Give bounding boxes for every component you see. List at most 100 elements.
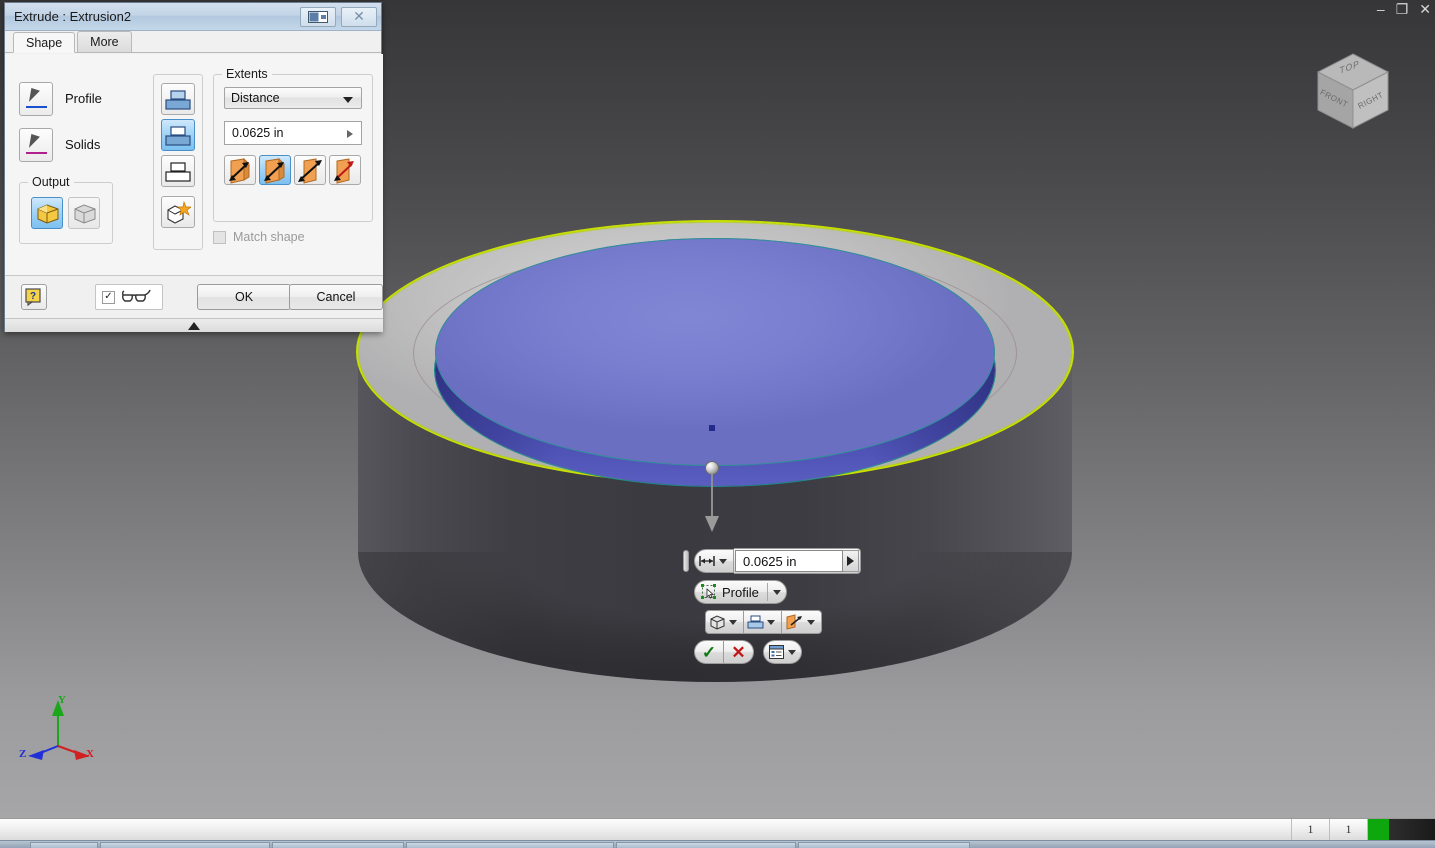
tab-shape[interactable]: Shape — [13, 32, 75, 53]
axis-label-y: Y — [58, 694, 66, 706]
chevron-down-icon[interactable] — [729, 620, 737, 625]
mini-toolbar-drag-grip[interactable] — [683, 550, 689, 572]
mini-profile-label: Profile — [722, 585, 759, 600]
asymmetric-button[interactable] — [329, 155, 361, 185]
new-solid-icon — [165, 201, 191, 225]
taskbar-item[interactable] — [100, 842, 270, 848]
mini-ok-button[interactable]: ✓ — [694, 640, 724, 664]
mini-options-button[interactable] — [763, 640, 802, 664]
direction-arrow-icon[interactable] — [705, 516, 719, 532]
triangle-right-icon — [847, 556, 854, 566]
drag-handle-sphere[interactable] — [705, 461, 719, 475]
manipulator-stem — [711, 474, 713, 520]
triangle-up-icon — [188, 322, 200, 330]
extrude-dialog[interactable]: Extrude : Extrusion2 ✕ Shape More — [4, 2, 382, 332]
dialog-tab-bar[interactable]: Shape More — [5, 31, 381, 53]
mini-cancel-button[interactable]: ✕ — [724, 640, 754, 664]
output-group: Output — [19, 182, 113, 244]
operation-join-button[interactable] — [161, 83, 195, 115]
mini-direction-button[interactable] — [782, 610, 822, 634]
minimize-button[interactable]: – — [1377, 2, 1385, 16]
in-canvas-mini-toolbar[interactable]: 0.0625 in Profile — [683, 548, 861, 670]
profile-underline — [26, 106, 47, 108]
close-button[interactable]: ✕ — [1419, 2, 1431, 16]
profile-select-icon — [701, 584, 717, 600]
taskbar-item[interactable] — [406, 842, 614, 848]
mini-operation-button[interactable] — [744, 610, 782, 634]
extents-type-value: Distance — [231, 91, 280, 105]
mini-distance-input[interactable]: 0.0625 in — [735, 550, 843, 572]
collapse-panel-icon — [308, 11, 328, 23]
asymmetric-icon — [331, 158, 361, 184]
direction-1-button[interactable] — [224, 155, 256, 185]
symmetric-icon — [296, 158, 326, 184]
close-icon: ✕ — [731, 644, 745, 661]
operation-new-solid-button[interactable] — [161, 196, 195, 228]
profile-select-button[interactable] — [19, 82, 53, 116]
mini-distance-apply-button[interactable] — [843, 550, 859, 572]
taskbar-item[interactable] — [616, 842, 796, 848]
close-icon: ✕ — [353, 10, 365, 24]
triangle-right-icon[interactable] — [347, 130, 353, 138]
match-shape-checkbox[interactable] — [213, 231, 226, 244]
taskbar-item[interactable] — [798, 842, 970, 848]
chevron-down-icon[interactable] — [719, 559, 727, 564]
dialog-footer: ? ✓ OK Cancel — [5, 276, 383, 318]
tab-more[interactable]: More — [77, 31, 131, 52]
chevron-down-icon[interactable] — [773, 590, 781, 595]
direction-1-icon — [226, 158, 256, 184]
options-icon — [768, 644, 785, 660]
cancel-button[interactable]: Cancel — [289, 284, 383, 310]
taskbar-item[interactable] — [30, 842, 98, 848]
solids-label: Solids — [65, 137, 100, 152]
extents-distance-value: 0.0625 in — [232, 126, 283, 140]
dialog-collapse-button[interactable] — [300, 7, 336, 27]
dialog-close-button[interactable]: ✕ — [341, 7, 377, 27]
chevron-down-icon[interactable] — [767, 620, 775, 625]
dialog-titlebar[interactable]: Extrude : Extrusion2 ✕ — [5, 3, 381, 31]
solids-underline — [26, 152, 47, 154]
view-cube[interactable]: TOP FRONT RIGHT — [1309, 48, 1397, 136]
symmetric-button[interactable] — [294, 155, 326, 185]
mini-toolbar-confirm-row: ✓ ✕ — [694, 640, 861, 664]
preview-toggle-group[interactable]: ✓ — [95, 284, 163, 310]
ok-button[interactable]: OK — [197, 284, 291, 310]
pocket-floor-face[interactable] — [435, 238, 995, 466]
chevron-down-icon[interactable] — [788, 650, 796, 655]
output-group-title: Output — [28, 175, 74, 189]
extents-type-combo[interactable]: Distance — [224, 87, 362, 109]
solid-cube-icon — [36, 203, 60, 225]
output-solid-button[interactable] — [31, 197, 63, 229]
chevron-down-icon[interactable] — [343, 97, 353, 103]
preview-checkbox[interactable]: ✓ — [102, 291, 115, 304]
output-surface-button[interactable] — [68, 197, 100, 229]
solids-select-button[interactable] — [19, 128, 53, 162]
extruded-part-model[interactable] — [355, 222, 1075, 792]
dialog-expand-grip[interactable] — [5, 318, 383, 332]
taskbar-item[interactable] — [272, 842, 404, 848]
axis-label-x: X — [86, 748, 94, 760]
axis-label-z: Z — [19, 748, 26, 760]
operation-intersect-button[interactable] — [161, 155, 195, 187]
match-shape-row[interactable]: Match shape — [213, 230, 305, 244]
extents-distance-input[interactable]: 0.0625 in — [224, 121, 362, 145]
taskbar[interactable] — [0, 840, 1435, 848]
operation-cut-button[interactable] — [161, 119, 195, 151]
direction-icon — [785, 614, 804, 630]
mini-profile-button[interactable]: Profile — [694, 580, 787, 604]
mini-distance-type-button[interactable] — [694, 549, 734, 573]
mini-toolbar-distance-row: 0.0625 in — [683, 548, 861, 574]
cut-icon — [165, 125, 191, 147]
help-button[interactable]: ? — [21, 284, 47, 310]
chevron-down-icon[interactable] — [807, 620, 815, 625]
mini-output-button[interactable] — [705, 610, 744, 634]
restore-button[interactable]: ❐ — [1396, 2, 1409, 16]
intersect-icon — [165, 161, 191, 183]
profile-label: Profile — [65, 91, 102, 106]
cut-operation-icon — [747, 614, 764, 630]
direction-2-button[interactable] — [259, 155, 291, 185]
help-icon: ? — [25, 288, 43, 306]
mini-toolbar-separator — [767, 583, 768, 601]
svg-text:?: ? — [30, 291, 36, 302]
dialog-title: Extrude : Extrusion2 — [14, 9, 295, 24]
